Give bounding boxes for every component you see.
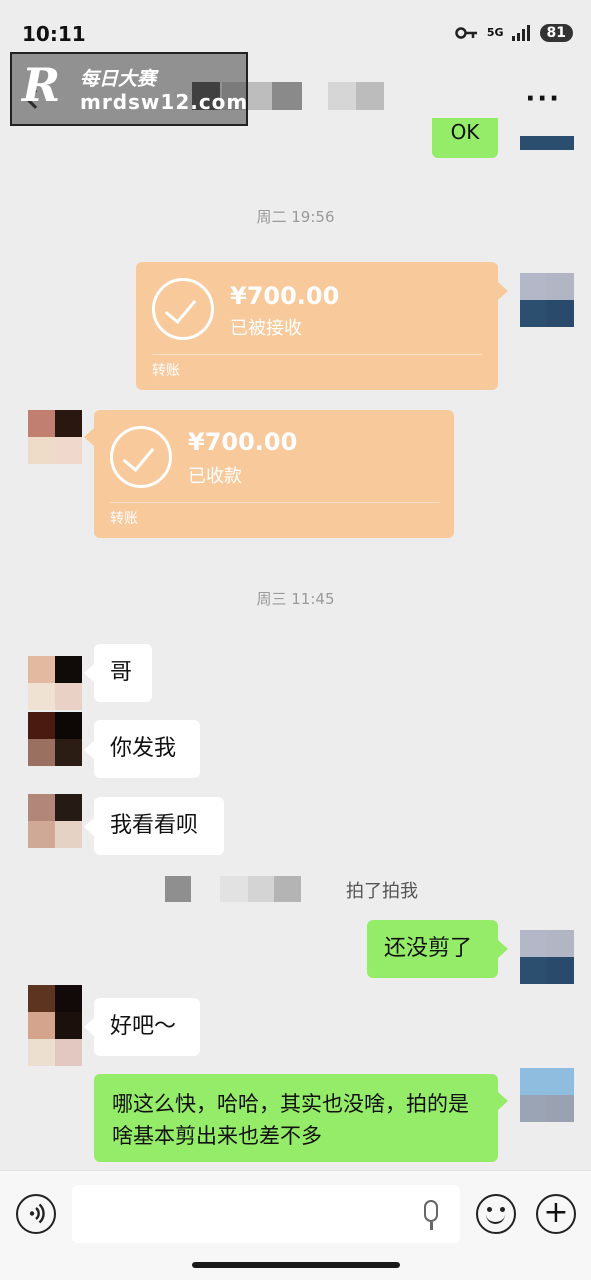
avatar-self[interactable] <box>520 273 574 327</box>
message-bubble-sent[interactable]: OK <box>432 118 498 158</box>
avatar-contact[interactable] <box>28 656 82 710</box>
avatar-contact[interactable] <box>28 1039 82 1066</box>
transfer-label: 转账 <box>110 511 138 527</box>
bubble-tail <box>84 664 94 682</box>
bubble-tail <box>84 428 94 446</box>
transfer-label: 转账 <box>152 363 180 379</box>
message-bubble-sent[interactable]: 还没剪了 <box>367 920 498 978</box>
message-text: 你发我 <box>110 736 177 761</box>
plus-icon[interactable]: + <box>536 1194 576 1234</box>
check-circle-icon <box>110 426 172 488</box>
message-bubble-received[interactable]: 好吧～ <box>94 998 200 1056</box>
watermark-logo: R <box>22 58 61 112</box>
timestamp: 周三 11:45 <box>256 590 335 608</box>
network-type: 5G <box>486 26 504 39</box>
watermark-title: 每日大赛 <box>80 68 157 90</box>
pat-notice-text: 拍了拍我 <box>346 881 418 902</box>
voice-mode-icon[interactable] <box>16 1194 56 1234</box>
timestamp: 周二 19:56 <box>256 208 335 226</box>
avatar-contact[interactable] <box>28 985 82 1039</box>
blurred-contact-name <box>356 82 384 110</box>
battery-indicator: 81 <box>539 24 573 42</box>
key-icon <box>455 27 477 39</box>
message-text: 哥 <box>110 660 133 685</box>
check-circle-icon <box>152 278 214 340</box>
avatar-self[interactable] <box>520 1068 574 1122</box>
home-indicator <box>192 1262 400 1268</box>
transfer-divider <box>152 354 482 355</box>
message-bubble-received[interactable]: 你发我 <box>94 720 200 778</box>
avatar-self[interactable] <box>520 136 574 164</box>
bubble-tail <box>84 741 94 759</box>
message-text: 好吧～ <box>110 1014 177 1039</box>
microphone-icon[interactable] <box>424 1200 438 1222</box>
transfer-amount: ¥700.00 <box>188 428 298 456</box>
status-icons: 5G 81 <box>455 24 573 42</box>
emoji-icon[interactable] <box>476 1194 516 1234</box>
avatar-contact[interactable] <box>28 410 82 464</box>
more-options-icon[interactable]: ··· <box>525 84 561 114</box>
message-bubble-received[interactable]: 哥 <box>94 644 152 702</box>
blurred-contact-name <box>248 876 274 902</box>
message-text: 哪这么快，哈哈，其实也没啥，拍的是啥基本剪出来也差不多 <box>112 1092 469 1148</box>
avatar-self[interactable] <box>520 930 574 984</box>
blurred-contact-name <box>165 876 191 902</box>
signal-icon <box>511 25 530 41</box>
bubble-tail <box>498 1092 508 1110</box>
blurred-contact-name <box>328 82 356 110</box>
bubble-tail <box>84 818 94 836</box>
status-time: 10:11 <box>22 22 86 46</box>
message-text: 还没剪了 <box>384 936 473 961</box>
transfer-divider <box>110 502 440 503</box>
watermark-url: mrdsw12.com <box>80 90 249 114</box>
transfer-status: 已被接收 <box>230 318 302 339</box>
bubble-tail <box>498 282 508 300</box>
transfer-card-received[interactable]: ¥700.00 已收款 转账 <box>94 410 454 538</box>
message-bubble-sent[interactable]: 哪这么快，哈哈，其实也没啥，拍的是啥基本剪出来也差不多 <box>94 1074 498 1162</box>
message-text: OK <box>450 120 480 144</box>
message-input[interactable] <box>72 1185 460 1243</box>
transfer-status: 已收款 <box>188 466 242 487</box>
transfer-card-sent[interactable]: ¥700.00 已被接收 转账 <box>136 262 498 390</box>
blurred-contact-name <box>220 876 248 902</box>
bubble-tail <box>498 940 508 958</box>
blurred-contact-name <box>274 876 301 902</box>
transfer-amount: ¥700.00 <box>230 282 340 310</box>
microphone-icon <box>430 1222 433 1230</box>
blurred-contact-name <box>272 82 302 110</box>
avatar-contact[interactable] <box>28 712 82 766</box>
message-bubble-received[interactable]: 我看看呗 <box>94 797 224 855</box>
bubble-tail <box>84 1018 94 1036</box>
message-text: 我看看呗 <box>110 813 199 838</box>
avatar-contact[interactable] <box>28 794 82 848</box>
